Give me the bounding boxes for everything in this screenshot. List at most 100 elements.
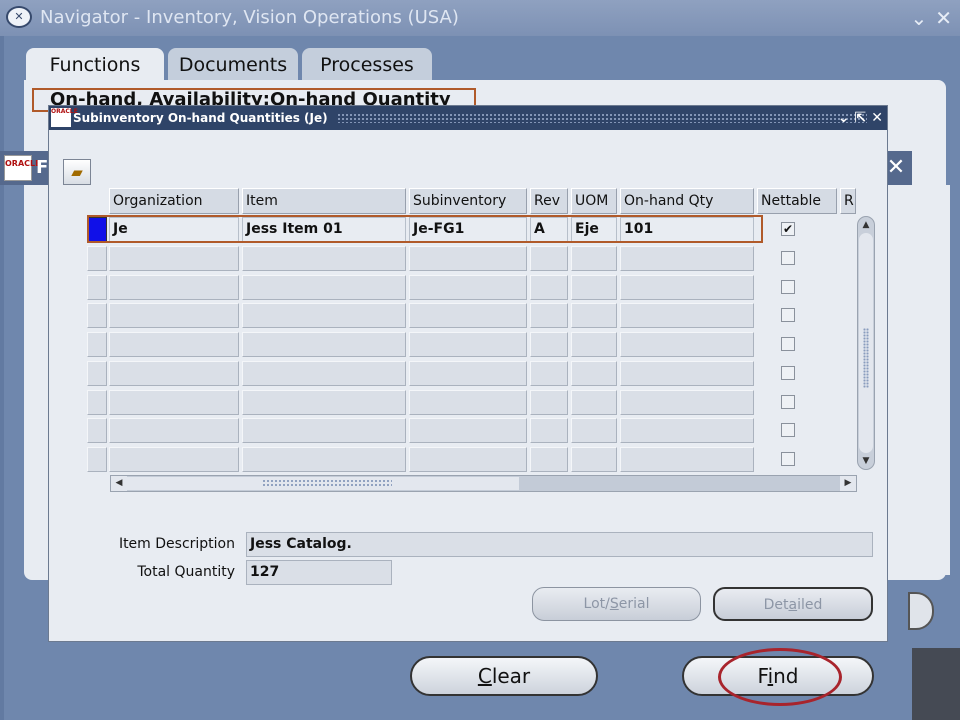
nettable-checkbox[interactable] xyxy=(781,451,795,466)
record-indicator[interactable] xyxy=(87,360,107,386)
nettable-checkbox[interactable] xyxy=(781,251,795,265)
empty-cell[interactable] xyxy=(530,303,568,329)
empty-cell[interactable] xyxy=(620,446,754,472)
empty-cell[interactable] xyxy=(409,389,527,415)
empty-cell[interactable] xyxy=(620,389,754,415)
empty-cell[interactable] xyxy=(620,360,754,386)
close-icon[interactable]: ✕ xyxy=(871,110,883,126)
tab-processes[interactable]: Processes xyxy=(302,48,432,82)
col-rev[interactable]: Rev xyxy=(530,188,568,214)
tab-documents[interactable]: Documents xyxy=(168,48,298,82)
vertical-scrollbar[interactable]: ▲ ▼ xyxy=(857,216,875,470)
empty-cell[interactable] xyxy=(109,303,239,329)
empty-cell[interactable] xyxy=(571,246,617,271)
record-indicator[interactable] xyxy=(87,418,107,444)
record-indicator[interactable] xyxy=(87,246,107,271)
empty-cell[interactable] xyxy=(109,332,239,358)
empty-cell[interactable] xyxy=(620,274,754,300)
empty-cell[interactable] xyxy=(109,360,239,386)
item-description-field[interactable]: Jess Catalog. xyxy=(246,532,873,557)
empty-cell[interactable] xyxy=(242,274,406,300)
col-nettable[interactable]: Nettable xyxy=(757,188,837,214)
empty-cell[interactable] xyxy=(571,332,617,358)
navigator-title-bar[interactable]: ✕ Navigator - Inventory, Vision Operatio… xyxy=(0,0,960,36)
horizontal-scrollbar[interactable]: ◀ ▶ xyxy=(110,475,857,492)
scroll-left-icon[interactable]: ◀ xyxy=(111,476,127,491)
empty-cell[interactable] xyxy=(530,360,568,386)
current-record-indicator[interactable] xyxy=(87,217,107,242)
nettable-checkbox[interactable] xyxy=(781,365,795,380)
subinventory-cell[interactable]: Je-FG1 xyxy=(409,217,527,242)
empty-cell[interactable] xyxy=(242,418,406,444)
empty-cell[interactable] xyxy=(530,446,568,472)
item-cell[interactable]: Jess Item 01 xyxy=(242,217,406,242)
empty-cell[interactable] xyxy=(571,360,617,386)
col-item[interactable]: Item xyxy=(242,188,406,214)
empty-cell[interactable] xyxy=(530,246,568,271)
empty-cell[interactable] xyxy=(620,332,754,358)
empty-cell[interactable] xyxy=(571,303,617,329)
organization-cell[interactable]: Je xyxy=(109,217,239,242)
empty-cell[interactable] xyxy=(409,274,527,300)
empty-cell[interactable] xyxy=(571,389,617,415)
empty-cell[interactable] xyxy=(409,332,527,358)
col-r[interactable]: R xyxy=(840,188,856,214)
nettable-checkbox[interactable]: ✔ xyxy=(781,222,795,236)
empty-cell[interactable] xyxy=(109,446,239,472)
lot-serial-button[interactable]: Lot/Serial xyxy=(532,587,701,621)
empty-cell[interactable] xyxy=(242,360,406,386)
col-subinventory[interactable]: Subinventory xyxy=(409,188,527,214)
clear-button[interactable]: Clear xyxy=(410,656,598,696)
col-onhand-qty[interactable]: On-hand Qty xyxy=(620,188,754,214)
scroll-up-icon[interactable]: ▲ xyxy=(858,217,874,233)
empty-cell[interactable] xyxy=(242,332,406,358)
empty-cell[interactable] xyxy=(242,246,406,271)
record-indicator[interactable] xyxy=(87,332,107,358)
minimize-icon[interactable]: ⌄ xyxy=(910,6,927,30)
empty-cell[interactable] xyxy=(242,389,406,415)
nettable-checkbox[interactable] xyxy=(781,337,795,352)
record-indicator[interactable] xyxy=(87,274,107,300)
rev-cell[interactable]: A xyxy=(530,217,568,242)
tab-functions[interactable]: Functions xyxy=(26,48,164,82)
empty-cell[interactable] xyxy=(242,446,406,472)
record-indicator[interactable] xyxy=(87,303,107,329)
nettable-checkbox[interactable] xyxy=(781,423,795,438)
empty-cell[interactable] xyxy=(109,274,239,300)
nettable-checkbox[interactable] xyxy=(781,308,795,323)
open-folder-icon[interactable]: ▰ xyxy=(63,159,91,185)
uom-cell[interactable]: Eje xyxy=(571,217,617,242)
scroll-right-icon[interactable]: ▶ xyxy=(840,476,856,491)
empty-cell[interactable] xyxy=(571,274,617,300)
horizontal-scroll-thumb[interactable] xyxy=(127,477,519,490)
record-indicator[interactable] xyxy=(87,389,107,415)
close-icon[interactable]: ✕ xyxy=(935,6,952,30)
nettable-checkbox[interactable] xyxy=(781,279,795,294)
total-quantity-field[interactable]: 127 xyxy=(246,560,392,585)
vertical-scroll-thumb[interactable] xyxy=(859,233,873,453)
empty-cell[interactable] xyxy=(530,418,568,444)
dialog-title-bar[interactable]: ORACLE Subinventory On-hand Quantities (… xyxy=(49,106,887,130)
empty-cell[interactable] xyxy=(242,303,406,329)
detailed-button[interactable]: Detailed xyxy=(713,587,873,621)
empty-cell[interactable] xyxy=(620,246,754,271)
empty-cell[interactable] xyxy=(409,303,527,329)
col-uom[interactable]: UOM xyxy=(571,188,617,214)
onhand-qty-cell[interactable]: 101 xyxy=(620,217,754,242)
nettable-checkbox[interactable] xyxy=(781,394,795,409)
empty-cell[interactable] xyxy=(109,418,239,444)
empty-cell[interactable] xyxy=(409,246,527,271)
empty-cell[interactable] xyxy=(109,389,239,415)
empty-cell[interactable] xyxy=(409,418,527,444)
empty-cell[interactable] xyxy=(571,446,617,472)
maximize-icon[interactable]: ⇱ xyxy=(855,110,867,126)
empty-cell[interactable] xyxy=(530,274,568,300)
empty-cell[interactable] xyxy=(109,246,239,271)
empty-cell[interactable] xyxy=(620,418,754,444)
empty-cell[interactable] xyxy=(530,332,568,358)
empty-cell[interactable] xyxy=(530,389,568,415)
empty-cell[interactable] xyxy=(620,303,754,329)
col-organization[interactable]: Organization xyxy=(109,188,239,214)
minimize-icon[interactable]: ⌄ xyxy=(838,110,850,126)
record-indicator[interactable] xyxy=(87,446,107,472)
